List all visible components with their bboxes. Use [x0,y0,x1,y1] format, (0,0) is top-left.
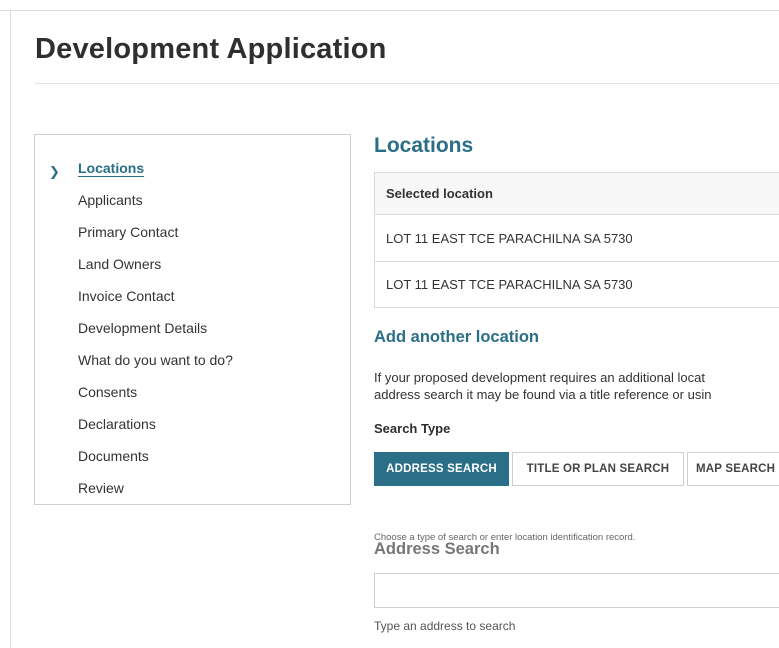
sidebar-item-applicants[interactable]: Applicants [78,192,143,208]
title-divider [35,83,779,84]
sidebar-item-declarations[interactable]: Declarations [78,416,156,432]
description-line: address search it may be found via a tit… [374,387,712,402]
frame-left-border [10,10,11,648]
table-row[interactable]: LOT 11 EAST TCE PARACHILNA SA 5730 [375,215,779,262]
sidebar-item-what-do-you-want-to-do[interactable]: What do you want to do? [78,352,233,368]
map-search-button[interactable]: MAP SEARCH [687,452,779,486]
table-header-selected-location: Selected location [375,173,779,215]
chevron-right-icon: ❯ [49,164,60,179]
frame-top-border [0,10,779,11]
table-row[interactable]: LOT 11 EAST TCE PARACHILNA SA 5730 [375,262,779,308]
title-or-plan-search-button[interactable]: TITLE OR PLAN SEARCH [512,452,684,486]
selected-locations-table: Selected location LOT 11 EAST TCE PARACH… [374,172,779,308]
sidebar-item-invoice-contact[interactable]: Invoice Contact [78,288,175,304]
locations-heading: Locations [374,134,474,157]
description-line: If your proposed development requires an… [374,370,705,385]
sidebar-item-documents[interactable]: Documents [78,448,149,464]
search-type-label: Search Type [374,421,451,436]
sidebar-item-land-owners[interactable]: Land Owners [78,256,161,272]
address-search-help: Type an address to search [374,619,516,633]
sidebar-item-consents[interactable]: Consents [78,384,137,400]
sidebar-item-primary-contact[interactable]: Primary Contact [78,224,178,240]
page-title: Development Application [35,33,387,65]
address-search-heading: Address Search [374,540,500,558]
sidebar-item-locations[interactable]: Locations [78,160,144,176]
add-location-description: If your proposed development requires an… [374,369,779,405]
address-search-button[interactable]: ADDRESS SEARCH [374,452,509,486]
sidebar-item-review[interactable]: Review [78,480,124,496]
sidebar-nav: ❯ Locations Applicants Primary Contact L… [34,134,351,505]
add-location-heading: Add another location [374,328,539,346]
sidebar-item-development-details[interactable]: Development Details [78,320,207,336]
address-search-input[interactable] [374,573,779,608]
